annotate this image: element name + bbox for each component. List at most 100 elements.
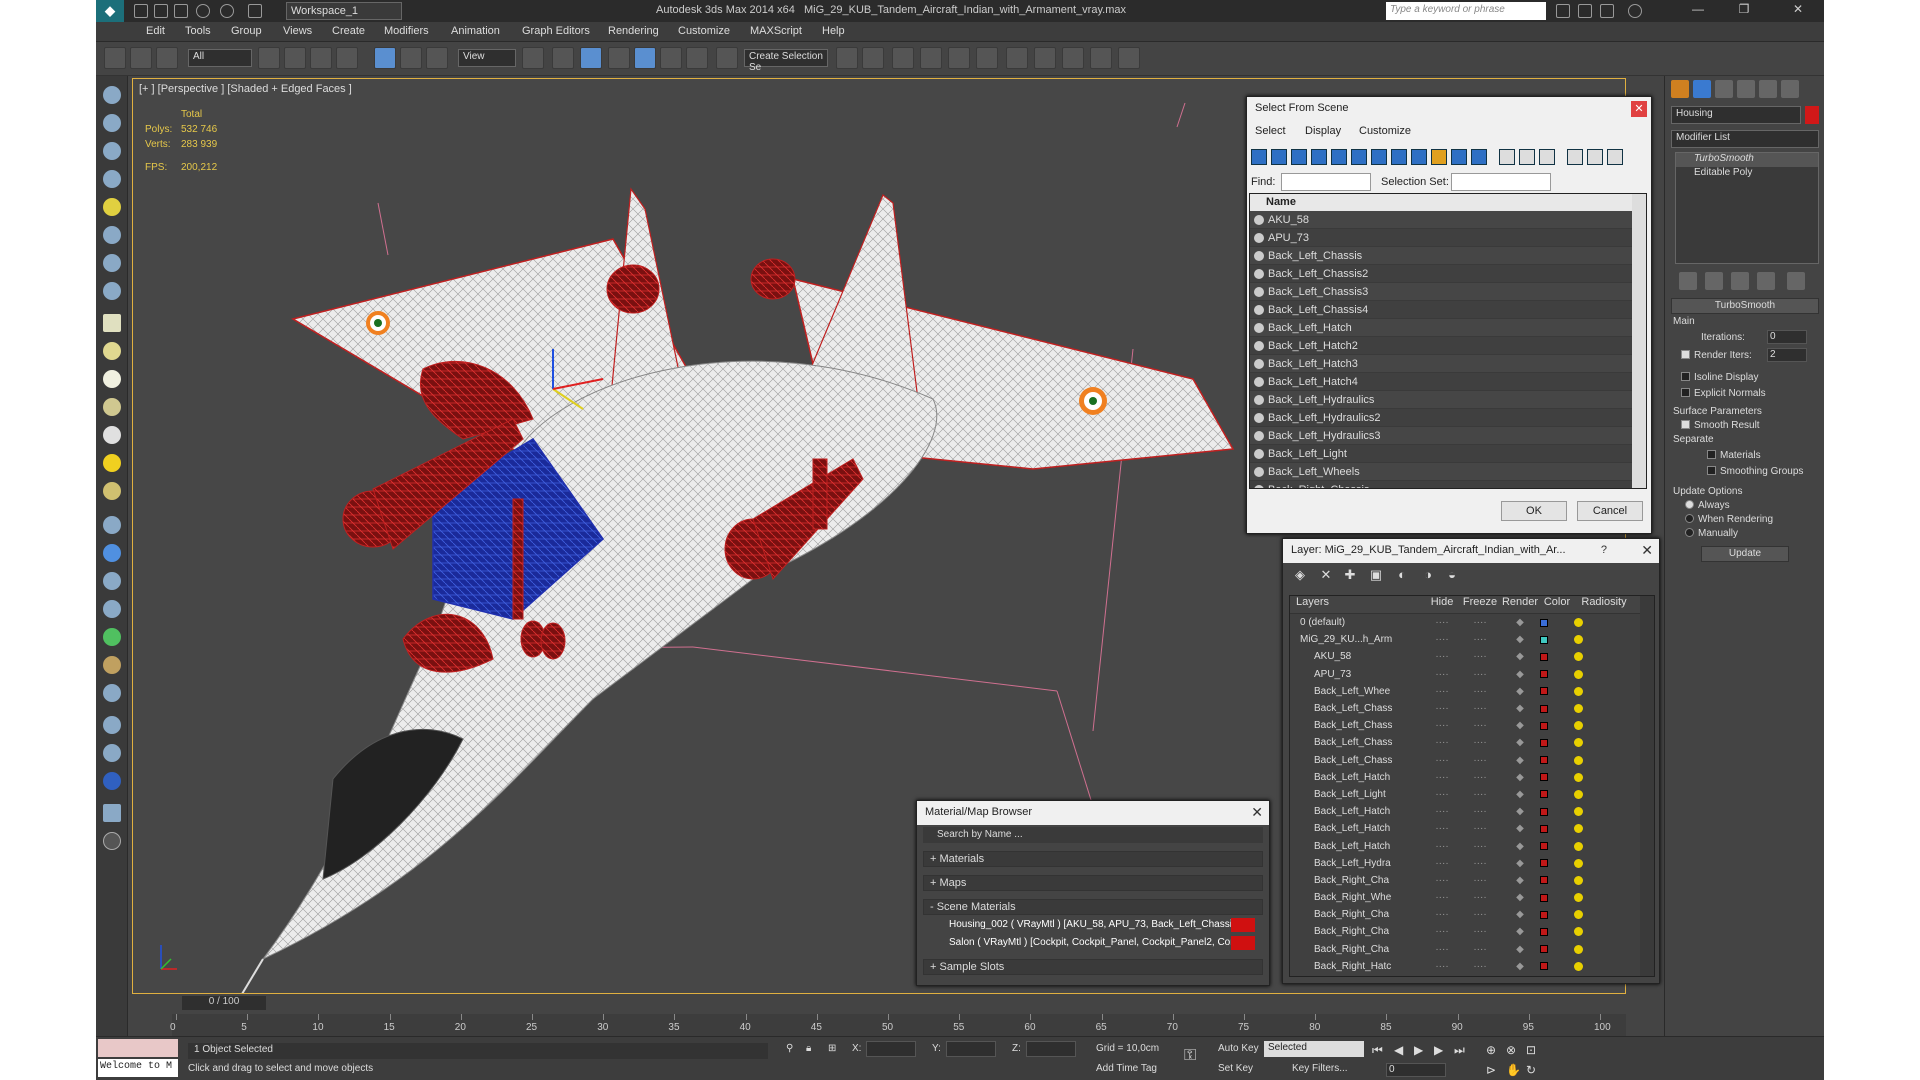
layer-row[interactable]: MiG_29_KU...h_Arm ···· ···· ◆ (1290, 631, 1654, 648)
track-bar[interactable]: 0 5 10 15 20 25 30 35 40 45 50 55 60 65 70 75 80 85 90 95 10… (170, 1014, 1626, 1036)
stack-item-editable-poly[interactable]: Editable Poly (1676, 167, 1818, 181)
scene-object-row[interactable]: AKU_58 (1250, 211, 1646, 229)
render-iters-spinner[interactable]: 2 (1767, 348, 1807, 362)
camera-icon[interactable] (103, 226, 121, 244)
create-icon[interactable] (103, 86, 121, 104)
radiosity-cell[interactable] (1574, 704, 1634, 714)
snaps-toggle-icon[interactable] (608, 47, 630, 69)
hide-toggle[interactable]: ···· (1424, 651, 1460, 662)
select-all-icon[interactable] (1499, 149, 1515, 165)
layer-color-cell[interactable] (1540, 670, 1574, 679)
hide-toggle[interactable]: ···· (1424, 617, 1460, 628)
col-layers[interactable]: Layers (1290, 596, 1424, 613)
layer-color-cell[interactable] (1540, 893, 1574, 902)
scene-object-row[interactable]: Back_Left_Wheels (1250, 463, 1646, 481)
render-toggle[interactable]: ◆ (1500, 686, 1540, 697)
hide-toggle[interactable]: ···· (1424, 926, 1460, 937)
layer-color-cell[interactable] (1540, 687, 1574, 696)
sfs-menu-display[interactable]: Display (1305, 125, 1341, 137)
radiosity-cell[interactable] (1574, 652, 1634, 662)
ok-button[interactable]: OK (1501, 501, 1567, 521)
freeze-toggle[interactable]: ···· (1460, 875, 1500, 886)
box-primitive-icon[interactable] (103, 314, 121, 332)
radiosity-cell[interactable] (1574, 772, 1634, 782)
configure-modifier-sets-icon[interactable] (1787, 272, 1805, 290)
radiosity-cell[interactable] (1574, 755, 1634, 765)
hide-toggle[interactable]: ···· (1424, 875, 1460, 886)
dynamics-icon[interactable] (103, 544, 121, 562)
freeze-toggle[interactable]: ···· (1460, 909, 1500, 920)
isoline-option[interactable]: Isoline Display (1681, 372, 1758, 383)
separate-materials-checkbox[interactable] (1707, 450, 1716, 459)
material-close-icon[interactable]: ✕ (1251, 804, 1263, 821)
freeze-toggle[interactable]: ···· (1460, 961, 1500, 972)
new-layer-icon[interactable]: ✚ (1341, 567, 1359, 585)
freeze-toggle[interactable]: ···· (1460, 841, 1500, 852)
layer-row[interactable]: Back_Left_Hatch ···· ···· ◆ (1290, 820, 1654, 837)
display-frozen-icon[interactable] (1451, 149, 1467, 165)
display-lights-icon[interactable] (1291, 149, 1307, 165)
pin-stack-icon[interactable] (1679, 272, 1697, 290)
render-teapot-icon[interactable] (1118, 47, 1140, 69)
update-always-radio[interactable] (1685, 500, 1694, 509)
menu-create[interactable]: Create (332, 25, 365, 37)
render-toggle[interactable]: ◆ (1500, 806, 1540, 817)
freeze-toggle[interactable]: ···· (1460, 858, 1500, 869)
radiosity-cell[interactable] (1574, 686, 1634, 696)
hide-toggle[interactable]: ···· (1424, 961, 1460, 972)
display-tab-icon[interactable] (1759, 80, 1777, 98)
col-freeze[interactable]: Freeze (1460, 596, 1500, 613)
isolate-icon[interactable]: ⚲ (786, 1043, 793, 1054)
render-toggle[interactable]: ◆ (1500, 772, 1540, 783)
scene-materials-section[interactable]: - Scene Materials (923, 899, 1263, 915)
render-toggle[interactable]: ◆ (1500, 789, 1540, 800)
render-toggle[interactable]: ◆ (1500, 944, 1540, 955)
link-icon[interactable] (104, 47, 126, 69)
binoculars-icon[interactable] (1556, 4, 1570, 18)
redo-icon[interactable] (220, 4, 234, 18)
render-toggle[interactable]: ◆ (1500, 926, 1540, 937)
keyword-search-input[interactable]: Type a keyword or phrase (1386, 2, 1546, 20)
radiosity-cell[interactable] (1574, 738, 1634, 748)
radiosity-cell[interactable] (1574, 721, 1634, 731)
cone-icon[interactable] (103, 426, 121, 444)
render-toggle[interactable]: ◆ (1500, 617, 1540, 628)
update-manually-option[interactable]: Manually (1685, 528, 1738, 539)
zoom-all-icon[interactable]: ⊗ (1506, 1043, 1516, 1057)
separate-materials-option[interactable]: Materials (1707, 450, 1761, 461)
open-file-icon[interactable] (154, 4, 168, 18)
radiosity-cell[interactable] (1574, 858, 1634, 868)
object-color-swatch[interactable] (1805, 106, 1819, 124)
biped-icon[interactable] (103, 656, 121, 674)
material-search-input[interactable]: Search by Name ... (923, 827, 1263, 843)
play-icon[interactable]: ▶ (1414, 1043, 1423, 1057)
name-column-header[interactable]: Name (1250, 194, 1646, 211)
mirror-icon[interactable] (836, 47, 858, 69)
key-set-select[interactable]: Selected (1264, 1041, 1364, 1057)
undo-icon[interactable] (196, 4, 210, 18)
hide-toggle[interactable]: ···· (1424, 909, 1460, 920)
maps-section[interactable]: + Maps (923, 875, 1263, 891)
col-color[interactable]: Color (1540, 596, 1574, 613)
menu-help[interactable]: Help (822, 25, 845, 37)
vray-sphere-icon[interactable] (103, 716, 121, 734)
hide-toggle[interactable]: ···· (1424, 703, 1460, 714)
layer-row[interactable]: Back_Left_Whee ···· ···· ◆ (1290, 683, 1654, 700)
radiosity-cell[interactable] (1574, 789, 1634, 799)
display-shapes-icon[interactable] (1271, 149, 1287, 165)
percent-snap-icon[interactable] (660, 47, 682, 69)
app-logo-icon[interactable]: ◆ (96, 0, 124, 22)
save-file-icon[interactable] (174, 4, 188, 18)
utilities-tab-icon[interactable] (1781, 80, 1799, 98)
maxscript-mini-listener[interactable]: Welcome to M (98, 1059, 178, 1077)
curve-editor-icon[interactable] (976, 47, 998, 69)
hide-toggle[interactable]: ···· (1424, 772, 1460, 783)
light-icon[interactable] (103, 198, 121, 216)
render-toggle[interactable]: ◆ (1500, 703, 1540, 714)
radiosity-cell[interactable] (1574, 910, 1634, 920)
minimize-button[interactable]: — (1680, 2, 1716, 20)
scene-object-row[interactable]: APU_73 (1250, 229, 1646, 247)
freeze-toggle[interactable]: ···· (1460, 720, 1500, 731)
star-icon[interactable] (1600, 4, 1614, 18)
render-toggle[interactable]: ◆ (1500, 892, 1540, 903)
